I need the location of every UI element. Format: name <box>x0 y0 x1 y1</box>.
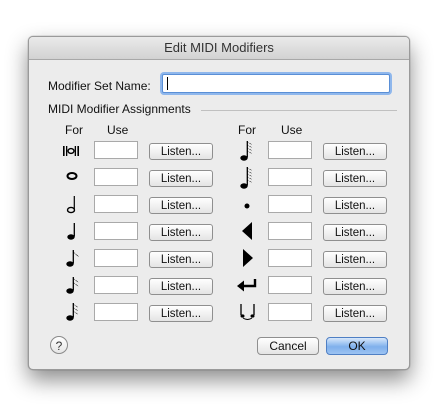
left-triangle-icon <box>242 222 252 240</box>
listen-button-eighth[interactable]: Listen... <box>149 251 213 268</box>
listen-button-sixteenth[interactable]: Listen... <box>149 278 213 295</box>
listen-button-right-triangle[interactable]: Listen... <box>323 251 387 268</box>
thirty-second-note-icon <box>66 303 78 321</box>
for-column-header-left: For <box>65 123 83 137</box>
listen-button-breve[interactable]: Listen... <box>149 143 213 160</box>
listen-button-left-triangle[interactable]: Listen... <box>323 224 387 241</box>
sixty-fourth-note-icon <box>240 141 252 161</box>
listen-button-dot[interactable]: Listen... <box>323 197 387 214</box>
use-field-sixty-fourth[interactable] <box>268 141 312 159</box>
listen-button-one-twenty-eighth[interactable]: Listen... <box>323 170 387 187</box>
quarter-note-icon <box>67 223 75 240</box>
listen-button-tie[interactable]: Listen... <box>323 305 387 322</box>
use-field-sixteenth[interactable] <box>94 276 138 294</box>
use-field-thirty-second[interactable] <box>94 303 138 321</box>
half-note-icon <box>66 196 76 214</box>
window-title: Edit MIDI Modifiers <box>29 37 409 60</box>
use-field-whole[interactable] <box>94 168 138 186</box>
use-field-left-triangle[interactable] <box>268 222 312 240</box>
one-twenty-eighth-note-icon <box>240 167 252 189</box>
listen-button-half[interactable]: Listen... <box>149 197 213 214</box>
for-column-header-right: For <box>238 123 256 137</box>
midi-modifier-assignments-label: MIDI Modifier Assignments <box>48 102 191 116</box>
right-triangle-icon <box>243 249 253 267</box>
use-field-breve[interactable] <box>94 141 138 159</box>
use-field-right-triangle[interactable] <box>268 249 312 267</box>
use-field-half[interactable] <box>94 195 138 213</box>
tie-icon <box>240 304 255 320</box>
use-field-return[interactable] <box>268 276 312 294</box>
edit-midi-modifiers-dialog: Edit MIDI Modifiers Modifier Set Name: M… <box>28 36 410 370</box>
sixteenth-note-icon <box>66 277 79 294</box>
listen-button-sixty-fourth[interactable]: Listen... <box>323 143 387 160</box>
listen-button-thirty-second[interactable]: Listen... <box>149 305 213 322</box>
listen-button-return[interactable]: Listen... <box>323 278 387 295</box>
dot-icon <box>244 203 250 209</box>
ok-button[interactable]: OK <box>326 337 388 355</box>
breve-note-icon <box>63 146 79 156</box>
cancel-button[interactable]: Cancel <box>257 337 319 355</box>
use-field-dot[interactable] <box>268 195 312 213</box>
use-field-quarter[interactable] <box>94 222 138 240</box>
text-cursor <box>167 77 168 90</box>
help-button[interactable]: ? <box>50 336 68 354</box>
use-field-tie[interactable] <box>268 303 312 321</box>
return-arrow-icon <box>237 279 257 292</box>
use-column-header-right: Use <box>281 123 303 137</box>
modifier-set-name-label: Modifier Set Name: <box>48 79 151 93</box>
group-divider <box>201 110 397 111</box>
use-column-header-left: Use <box>107 123 129 137</box>
modifier-set-name-input[interactable] <box>162 74 390 93</box>
whole-note-icon <box>66 172 78 180</box>
listen-button-whole[interactable]: Listen... <box>149 170 213 187</box>
eighth-note-icon <box>66 250 79 267</box>
use-field-one-twenty-eighth[interactable] <box>268 168 312 186</box>
listen-button-quarter[interactable]: Listen... <box>149 224 213 241</box>
use-field-eighth[interactable] <box>94 249 138 267</box>
